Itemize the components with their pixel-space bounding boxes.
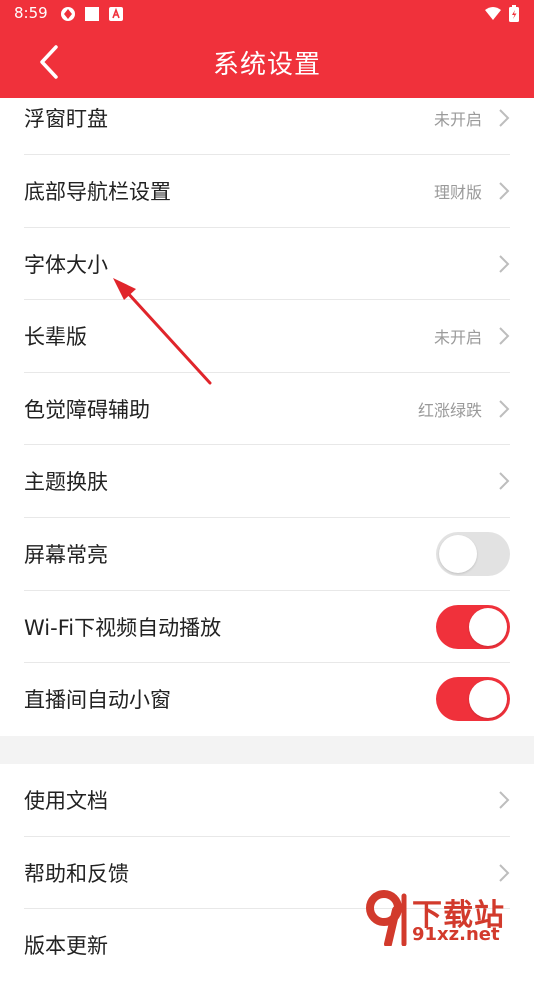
setting-font-size[interactable]: 字体大小 bbox=[0, 228, 534, 300]
setting-label: Wi-Fi下视频自动播放 bbox=[24, 616, 222, 640]
setting-elder-mode[interactable]: 长辈版 未开启 bbox=[0, 300, 534, 372]
status-time: 8:59 bbox=[14, 4, 48, 22]
setting-theme-skin[interactable]: 主题换肤 bbox=[0, 445, 534, 517]
setting-value: 理财版 bbox=[433, 183, 482, 202]
setting-live-pip: 直播间自动小窗 bbox=[0, 663, 534, 735]
setting-label: 版本更新 bbox=[24, 934, 108, 958]
setting-label: 色觉障碍辅助 bbox=[24, 398, 150, 422]
square-notification-icon bbox=[85, 7, 99, 21]
setting-label: 使用文档 bbox=[24, 789, 108, 813]
setting-label: 浮窗盯盘 bbox=[24, 107, 108, 131]
a-notification-icon bbox=[109, 7, 123, 21]
setting-label: 字体大小 bbox=[24, 253, 108, 277]
live-pip-toggle[interactable] bbox=[436, 677, 510, 721]
setting-label: 帮助和反馈 bbox=[24, 862, 129, 886]
toggle-knob bbox=[469, 608, 507, 646]
setting-color-blind-assist[interactable]: 色觉障碍辅助 红涨绿跌 bbox=[0, 373, 534, 445]
chevron-right-icon bbox=[499, 400, 510, 418]
setting-value: 未开启 bbox=[433, 328, 482, 347]
setting-value: 红涨绿跌 bbox=[417, 401, 482, 420]
app-notification-icon bbox=[61, 7, 75, 21]
chevron-right-icon bbox=[499, 182, 510, 200]
chevron-right-icon bbox=[499, 109, 510, 127]
setting-value: 未开启 bbox=[433, 110, 482, 129]
chevron-right-icon bbox=[499, 327, 510, 345]
setting-label: 屏幕常亮 bbox=[24, 543, 108, 567]
setting-screen-always-on: 屏幕常亮 bbox=[0, 518, 534, 590]
page-title: 系统设置 bbox=[212, 50, 321, 80]
toggle-knob bbox=[439, 535, 477, 573]
setting-floating-window[interactable]: 浮窗盯盘 未开启 bbox=[0, 82, 534, 154]
status-bar: 8:59 bbox=[0, 0, 534, 28]
setting-label: 底部导航栏设置 bbox=[24, 180, 171, 204]
battery-icon bbox=[509, 5, 519, 22]
toggle-knob bbox=[469, 680, 507, 718]
setting-label: 主题换肤 bbox=[24, 470, 108, 494]
section-gap bbox=[0, 736, 534, 764]
watermark-logo-icon bbox=[366, 890, 407, 946]
setting-wifi-autoplay: Wi-Fi下视频自动播放 bbox=[0, 591, 534, 663]
setting-label: 直播间自动小窗 bbox=[24, 688, 171, 712]
wifi-autoplay-toggle[interactable] bbox=[436, 605, 510, 649]
chevron-right-icon bbox=[499, 255, 510, 273]
wifi-icon bbox=[485, 7, 501, 20]
chevron-right-icon bbox=[499, 472, 510, 490]
watermark: 下载站 91xz.net bbox=[366, 888, 526, 948]
setting-bottom-nav[interactable]: 底部导航栏设置 理财版 bbox=[0, 155, 534, 227]
chevron-right-icon bbox=[499, 864, 510, 882]
screen-on-toggle[interactable] bbox=[436, 532, 510, 576]
setting-label: 长辈版 bbox=[24, 325, 87, 349]
chevron-right-icon bbox=[499, 791, 510, 809]
watermark-url: 91xz.net bbox=[412, 924, 500, 945]
setting-user-docs[interactable]: 使用文档 bbox=[0, 764, 534, 836]
